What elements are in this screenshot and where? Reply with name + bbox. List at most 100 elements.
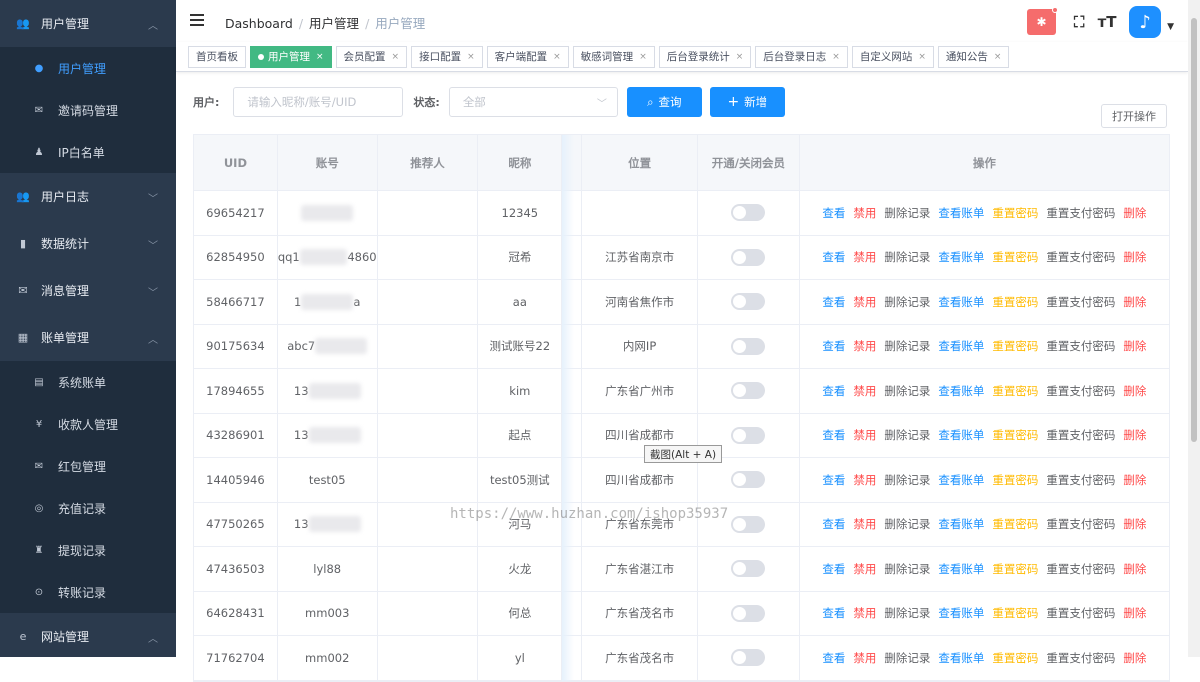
close-icon[interactable]: × bbox=[392, 52, 400, 62]
close-icon[interactable]: × bbox=[316, 52, 324, 62]
op-link[interactable]: 删除 bbox=[1123, 427, 1146, 443]
op-link[interactable]: 重置密码 bbox=[992, 427, 1038, 443]
op-link[interactable]: 重置支付密码 bbox=[1046, 472, 1115, 488]
op-link[interactable]: 查看账单 bbox=[938, 472, 984, 488]
member-toggle[interactable] bbox=[731, 426, 766, 444]
op-link[interactable]: 删除记录 bbox=[884, 383, 930, 399]
op-link[interactable]: 查看账单 bbox=[938, 205, 984, 221]
op-link[interactable]: 禁用 bbox=[853, 249, 876, 265]
op-link[interactable]: 查看 bbox=[822, 561, 845, 577]
fullscreen-icon[interactable]: ⛶ bbox=[1069, 12, 1089, 32]
op-link[interactable]: 删除记录 bbox=[884, 605, 930, 621]
op-link[interactable]: 禁用 bbox=[853, 427, 876, 443]
op-link[interactable]: 禁用 bbox=[853, 294, 876, 310]
op-link[interactable]: 禁用 bbox=[853, 561, 876, 577]
member-toggle[interactable] bbox=[731, 382, 766, 400]
tab-tag[interactable]: 首页看板 bbox=[188, 45, 246, 68]
tab-tag[interactable]: 通知公告 × bbox=[937, 45, 1010, 68]
op-link[interactable]: 删除记录 bbox=[884, 561, 930, 577]
add-button[interactable]: + 新增 bbox=[709, 87, 785, 117]
avatar[interactable]: ♪ bbox=[1129, 6, 1162, 38]
op-link[interactable]: 删除 bbox=[1123, 249, 1146, 265]
sidebar-item[interactable]: ✉ 红包管理 bbox=[0, 445, 176, 487]
op-link[interactable]: 查看 bbox=[822, 205, 845, 221]
op-link[interactable]: 重置密码 bbox=[992, 472, 1038, 488]
close-icon[interactable]: × bbox=[736, 52, 744, 62]
tab-tag[interactable]: 会员配置 × bbox=[335, 45, 408, 68]
op-link[interactable]: 查看 bbox=[822, 383, 845, 399]
sidebar-item[interactable]: 👥 用户日志 ﹀ bbox=[0, 173, 176, 220]
op-link[interactable]: 重置支付密码 bbox=[1046, 516, 1115, 532]
op-link[interactable]: 查看账单 bbox=[938, 427, 984, 443]
op-link[interactable]: 删除记录 bbox=[884, 650, 930, 666]
member-toggle[interactable] bbox=[731, 337, 766, 355]
search-input[interactable]: 请输入昵称/账号/UID bbox=[233, 87, 404, 117]
font-size-icon[interactable]: тT bbox=[1097, 12, 1117, 32]
member-toggle[interactable] bbox=[731, 560, 766, 578]
breadcrumb-item[interactable]: Dashboard bbox=[225, 16, 293, 31]
bug-icon[interactable]: ✱ bbox=[1027, 7, 1059, 35]
op-link[interactable]: 重置支付密码 bbox=[1046, 605, 1115, 621]
op-link[interactable]: 删除记录 bbox=[884, 249, 930, 265]
sidebar-item[interactable]: ◎ 充值记录 bbox=[0, 487, 176, 529]
sidebar-item[interactable]: ♟ IP白名单 bbox=[0, 131, 176, 173]
op-link[interactable]: 重置密码 bbox=[992, 338, 1038, 354]
op-link[interactable]: 重置支付密码 bbox=[1046, 249, 1115, 265]
op-link[interactable]: 重置密码 bbox=[992, 561, 1038, 577]
op-link[interactable]: 删除 bbox=[1123, 561, 1146, 577]
sidebar-item[interactable]: ⊙ 转账记录 bbox=[0, 571, 176, 613]
sidebar-item[interactable]: ♜ 提现记录 bbox=[0, 529, 176, 571]
sidebar-item[interactable]: ▮ 数据统计 ﹀ bbox=[0, 220, 176, 267]
op-link[interactable]: 重置密码 bbox=[992, 516, 1038, 532]
op-link[interactable]: 查看 bbox=[822, 650, 845, 666]
tab-tag[interactable]: 用户管理 × bbox=[250, 45, 332, 68]
op-link[interactable]: 重置密码 bbox=[992, 383, 1038, 399]
scrollbar-thumb[interactable] bbox=[1191, 18, 1197, 442]
op-link[interactable]: 删除 bbox=[1123, 338, 1146, 354]
breadcrumb-item[interactable]: 用户管理 bbox=[309, 16, 359, 31]
member-toggle[interactable] bbox=[731, 649, 766, 667]
op-link[interactable]: 删除记录 bbox=[884, 338, 930, 354]
op-link[interactable]: 重置密码 bbox=[992, 605, 1038, 621]
sidebar-item[interactable]: 👥 用户管理 ︿ bbox=[0, 0, 176, 47]
sidebar-item[interactable]: ✉ 邀请码管理 bbox=[0, 89, 176, 131]
status-select[interactable]: 全部 ﹀ bbox=[448, 87, 618, 117]
op-link[interactable]: 禁用 bbox=[853, 516, 876, 532]
close-icon[interactable]: × bbox=[553, 52, 561, 62]
op-link[interactable]: 删除 bbox=[1123, 650, 1146, 666]
op-link[interactable]: 查看 bbox=[822, 516, 845, 532]
op-link[interactable]: 重置支付密码 bbox=[1046, 294, 1115, 310]
close-icon[interactable]: × bbox=[832, 52, 840, 62]
op-link[interactable]: 删除记录 bbox=[884, 427, 930, 443]
tab-tag[interactable]: 敏感词管理 × bbox=[572, 45, 655, 68]
sidebar-item[interactable]: ▤ 系统账单 bbox=[0, 361, 176, 403]
open-operations-button[interactable]: 打开操作 bbox=[1101, 104, 1167, 128]
op-link[interactable]: 禁用 bbox=[853, 338, 876, 354]
op-link[interactable]: 查看 bbox=[822, 249, 845, 265]
op-link[interactable]: 重置支付密码 bbox=[1046, 383, 1115, 399]
member-toggle[interactable] bbox=[731, 248, 766, 266]
member-toggle[interactable] bbox=[731, 293, 766, 311]
op-link[interactable]: 禁用 bbox=[853, 650, 876, 666]
op-link[interactable]: 查看 bbox=[822, 427, 845, 443]
op-link[interactable]: 删除 bbox=[1123, 294, 1146, 310]
op-link[interactable]: 重置支付密码 bbox=[1046, 338, 1115, 354]
op-link[interactable]: 查看 bbox=[822, 605, 845, 621]
op-link[interactable]: 重置密码 bbox=[992, 650, 1038, 666]
op-link[interactable]: 查看账单 bbox=[938, 516, 984, 532]
page-scrollbar[interactable] bbox=[1188, 0, 1200, 657]
op-link[interactable]: 查看账单 bbox=[938, 294, 984, 310]
member-toggle[interactable] bbox=[731, 515, 766, 533]
op-link[interactable]: 查看 bbox=[822, 338, 845, 354]
op-link[interactable]: 删除 bbox=[1123, 383, 1146, 399]
op-link[interactable]: 查看 bbox=[822, 472, 845, 488]
op-link[interactable]: 删除记录 bbox=[884, 472, 930, 488]
close-icon[interactable]: × bbox=[918, 52, 926, 62]
op-link[interactable]: 查看账单 bbox=[938, 338, 984, 354]
tab-tag[interactable]: 接口配置 × bbox=[411, 45, 483, 68]
caret-down-icon[interactable]: ▼ bbox=[1167, 22, 1174, 32]
op-link[interactable]: 重置密码 bbox=[992, 205, 1038, 221]
op-link[interactable]: 删除 bbox=[1123, 605, 1146, 621]
op-link[interactable]: 重置密码 bbox=[992, 249, 1038, 265]
op-link[interactable]: 重置密码 bbox=[992, 294, 1038, 310]
